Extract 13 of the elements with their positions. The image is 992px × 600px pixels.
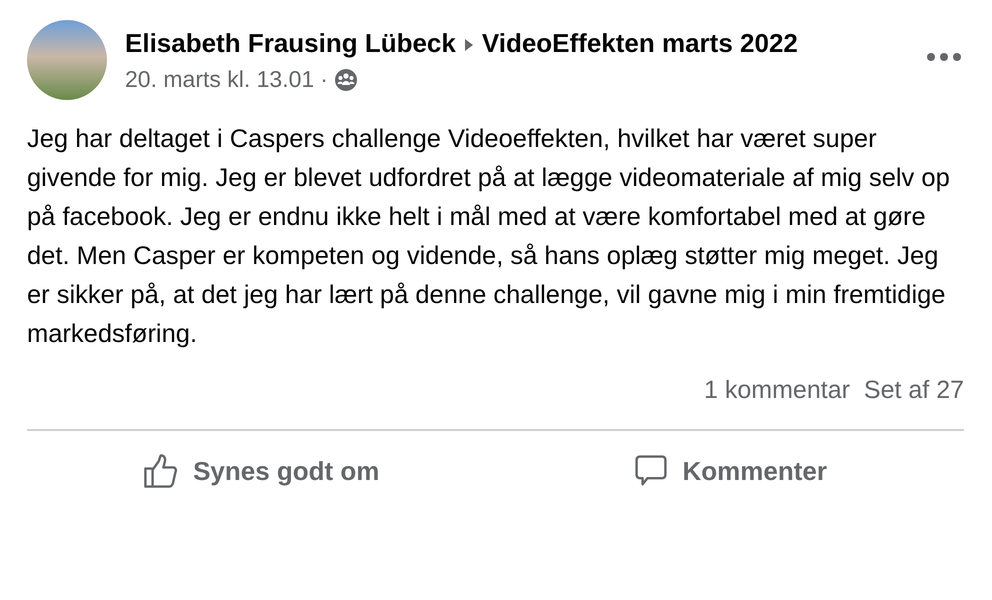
group-link[interactable]: VideoEffekten marts 2022: [482, 28, 798, 58]
action-button[interactable]: Synes godt om: [27, 431, 496, 511]
author-link[interactable]: Elisabeth Frausing Lübeck: [125, 28, 456, 58]
post-text: Jeg har deltaget i Caspers challenge Videoeffekten, hvilket har været super givende for mig. Jeg er blevet udfordret på at lægge videomateriale af mig selv op på facebook. Jeg er endnu ikke helt i mål med at være komfortabel med at gøre det. Men Casper er kompeten og vidende, så hans oplæg støtter mig meget. Jeg er sikker på, at det jeg har lært på denne challenge, vil gavne mig i min fremtidige markedsføring.: [27, 124, 951, 350]
comment-count-link[interactable]: 1 kommentar: [704, 376, 850, 405]
more-options-icon[interactable]: [926, 52, 962, 62]
timestamp-link[interactable]: 20. marts kl. 13.01: [125, 66, 314, 93]
thumbs-up-icon: [143, 453, 180, 489]
action-button[interactable]: Kommenter: [496, 431, 964, 511]
group-members-icon: [334, 68, 358, 92]
seen-by-link[interactable]: Set af 27: [864, 376, 964, 405]
triangle-arrow-icon: [464, 38, 474, 52]
separator: ·: [320, 66, 328, 93]
